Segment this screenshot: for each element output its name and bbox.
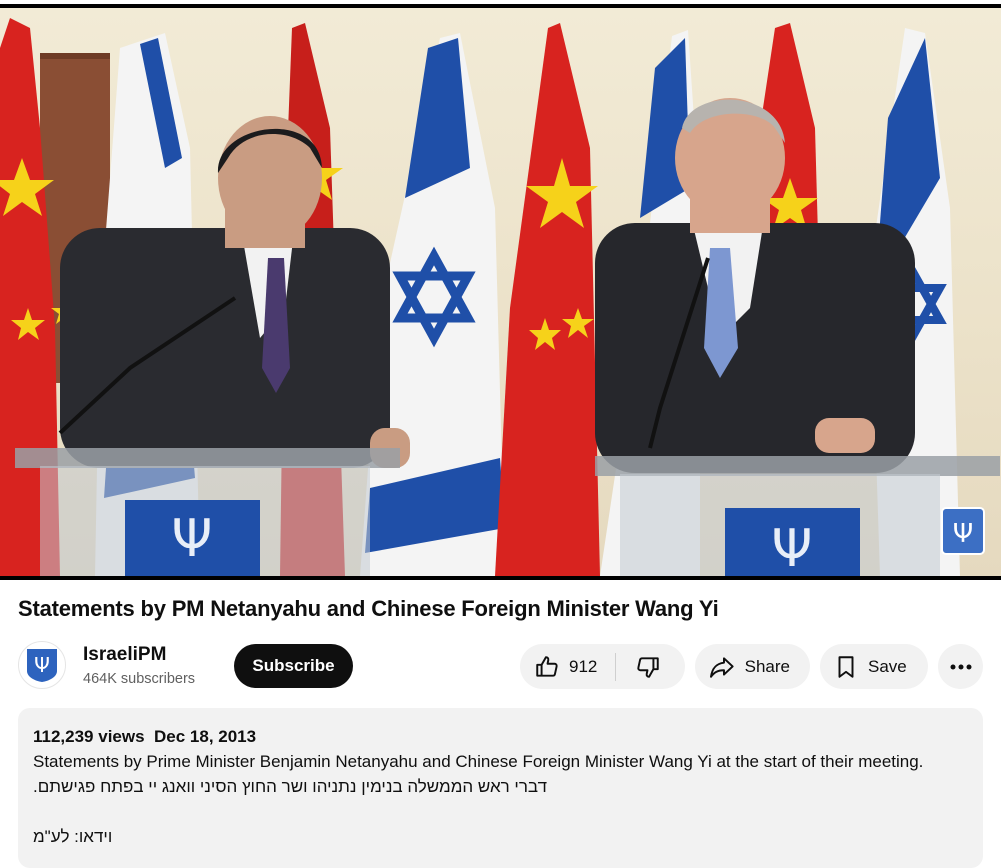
video-frame-illustration: Ψ Ψ Ψ bbox=[0, 18, 1000, 576]
like-dislike-group: 912 bbox=[520, 644, 685, 689]
dislike-button[interactable] bbox=[616, 644, 680, 689]
subscriber-count: 464K subscribers bbox=[83, 671, 196, 687]
channel-name[interactable]: IsraeliPM bbox=[83, 644, 166, 666]
more-actions-button[interactable] bbox=[938, 644, 983, 689]
video-title: Statements by PM Netanyahu and Chinese F… bbox=[18, 596, 719, 621]
video-player[interactable]: Ψ Ψ Ψ bbox=[0, 4, 1001, 580]
more-horizontal-icon bbox=[950, 664, 971, 669]
channel-owner: Ψ IsraeliPM 464K subscribers Subscribe bbox=[18, 641, 358, 691]
svg-text:Ψ: Ψ bbox=[953, 519, 973, 549]
description-meta: 112,239 views Dec 18, 2013 bbox=[33, 727, 256, 747]
description-line-hebrew: דברי ראש הממשלה בנימין נתניהו ושר החוץ ה… bbox=[33, 777, 548, 796]
bookmark-icon bbox=[838, 655, 854, 678]
view-count: 112,239 views bbox=[33, 727, 145, 746]
share-label: Share bbox=[744, 656, 790, 676]
share-button[interactable]: Share bbox=[695, 644, 810, 689]
channel-avatar[interactable]: Ψ bbox=[18, 641, 66, 689]
thumbs-down-icon bbox=[637, 656, 660, 678]
like-count: 912 bbox=[569, 656, 598, 676]
state-emblem-icon: Ψ bbox=[27, 649, 57, 682]
thumbs-up-icon bbox=[536, 655, 558, 677]
description-box[interactable]: 112,239 views Dec 18, 2013 Statements by… bbox=[18, 708, 983, 868]
subscribe-button[interactable]: Subscribe bbox=[234, 644, 353, 688]
podium-left bbox=[15, 448, 400, 468]
description-line-english: Statements by Prime Minister Benjamin Ne… bbox=[33, 752, 924, 771]
video-frame[interactable]: Ψ Ψ Ψ bbox=[0, 8, 1001, 576]
upload-date: Dec 18, 2013 bbox=[154, 727, 257, 746]
save-button[interactable]: Save bbox=[820, 644, 928, 689]
svg-text:Ψ: Ψ bbox=[34, 653, 50, 677]
podium-right bbox=[595, 456, 1000, 476]
speaker-left bbox=[60, 228, 390, 468]
svg-text:Ψ: Ψ bbox=[172, 509, 213, 569]
china-flag-center bbox=[495, 23, 600, 576]
channel-watermark: Ψ bbox=[941, 507, 985, 555]
like-button[interactable]: 912 bbox=[520, 644, 615, 689]
share-arrow-icon bbox=[710, 656, 734, 678]
save-label: Save bbox=[868, 656, 907, 676]
svg-text:Ψ: Ψ bbox=[772, 519, 813, 576]
description-credit: וידאו: לע"מ bbox=[33, 827, 113, 846]
